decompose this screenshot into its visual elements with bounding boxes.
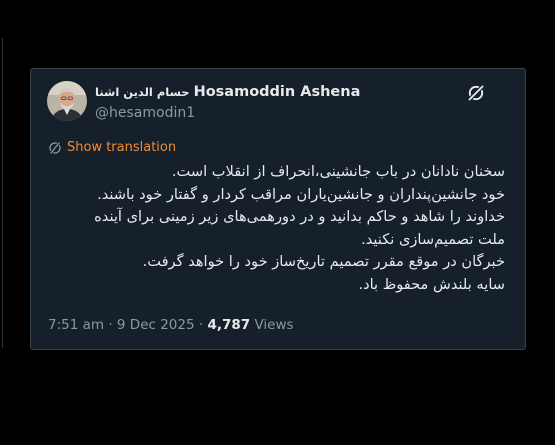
grok-logo-icon[interactable]	[466, 83, 486, 103]
tweet-line: خداوند را شاهد و حاکم بدانید و در دورهمی…	[94, 208, 505, 225]
display-name-latin: Hosamoddin Ashena	[193, 84, 361, 100]
views-count: 4,787	[207, 317, 251, 333]
tweet-line: ملت تصمیم‌سازی نکنید.	[361, 230, 505, 248]
tweet-line: سایه بلندش محفوظ باد.	[358, 275, 505, 293]
tweet-text: سخنان نادانان در باب جانشینی،انحراف از ا…	[45, 161, 505, 296]
left-edge-divider	[2, 38, 3, 348]
avatar[interactable]	[47, 81, 87, 121]
display-name-farsi: حسام الدین اشنا	[95, 85, 190, 99]
translate-icon	[49, 141, 61, 154]
tweet-meta: 7:51 am · 9 Dec 2025 · 4,787 Views	[48, 317, 294, 333]
meta-separator: ·	[198, 317, 204, 333]
tweet-line: خبرگان در موقع مقرر تصمیم تاریخ‌ساز خود …	[142, 253, 505, 270]
show-translation-link[interactable]: Show translation	[48, 140, 176, 155]
tweet-card[interactable]: حسام الدین اشنا Hosamoddin Ashena @hesamo…	[30, 68, 526, 350]
tweet-line: سخنان نادانان در باب جانشینی،انحراف از ا…	[171, 163, 505, 180]
tweet-time[interactable]: 7:51 am	[48, 317, 104, 333]
tweet-line: خود جانشین‌پنداران و جانشین‌یاران مراقب …	[97, 185, 505, 203]
user-handle[interactable]: @hesamodin1	[95, 105, 195, 121]
display-name[interactable]: حسام الدین اشنا Hosamoddin Ashena	[95, 84, 360, 100]
views-label: Views	[254, 317, 294, 333]
show-translation-label: Show translation	[67, 140, 177, 155]
meta-separator: ·	[108, 317, 113, 333]
tweet-date[interactable]: 9 Dec 2025	[117, 317, 195, 333]
